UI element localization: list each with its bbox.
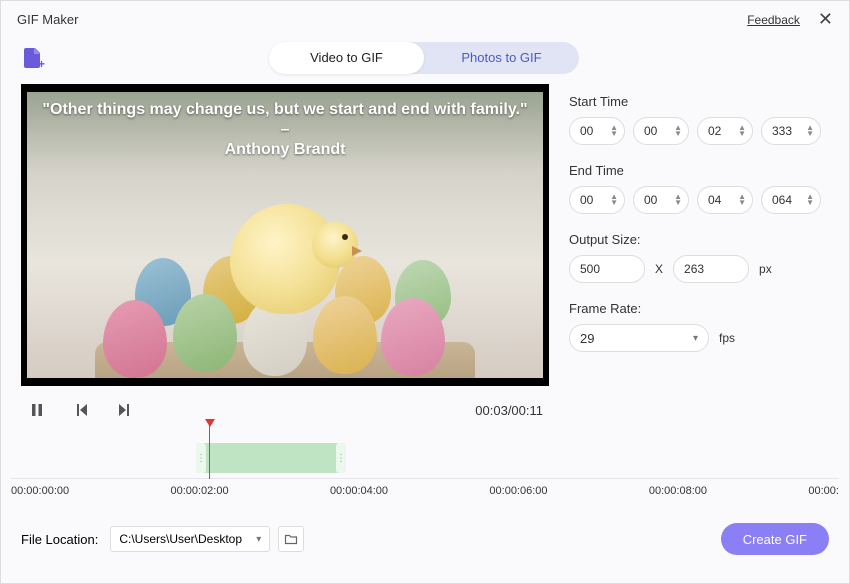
output-height-input[interactable]: 263 xyxy=(673,255,749,283)
frame-rate-label: Frame Rate: xyxy=(569,301,829,316)
timeline-selection[interactable]: ⋮ ⋮ xyxy=(196,443,346,473)
window-title: GIF Maker xyxy=(17,12,78,27)
pause-button[interactable] xyxy=(27,400,47,420)
end-minutes-spinner[interactable]: 00▲▼ xyxy=(633,186,689,214)
tab-video-to-gif[interactable]: Video to GIF xyxy=(269,42,424,74)
start-hours-spinner[interactable]: 00▲▼ xyxy=(569,117,625,145)
mode-tabs: Video to GIF Photos to GIF xyxy=(269,42,579,74)
svg-text:+: + xyxy=(38,57,45,70)
feedback-link[interactable]: Feedback xyxy=(747,13,800,27)
browse-folder-button[interactable] xyxy=(278,526,304,552)
quote-line1: "Other things may change us, but we star… xyxy=(41,100,529,140)
end-ms-spinner[interactable]: 064▲▼ xyxy=(761,186,821,214)
end-seconds-spinner[interactable]: 04▲▼ xyxy=(697,186,753,214)
video-preview: "Other things may change us, but we star… xyxy=(21,84,549,386)
chevron-down-icon: ▾ xyxy=(693,333,698,344)
video-overlay-quote: "Other things may change us, but we star… xyxy=(27,100,543,160)
output-width-input[interactable]: 500 xyxy=(569,255,645,283)
end-time-label: End Time xyxy=(569,163,829,178)
end-hours-spinner[interactable]: 00▲▼ xyxy=(569,186,625,214)
selection-start-handle[interactable]: ⋮ xyxy=(196,443,206,473)
frame-rate-select[interactable]: 29▾ xyxy=(569,324,709,352)
quote-line2: Anthony Brandt xyxy=(41,140,529,160)
fps-unit: fps xyxy=(719,331,735,345)
start-seconds-spinner[interactable]: 02▲▼ xyxy=(697,117,753,145)
tab-photos-to-gif[interactable]: Photos to GIF xyxy=(424,42,579,74)
playback-time: 00:03/00:11 xyxy=(475,403,543,418)
chevron-down-icon: ▾ xyxy=(256,534,261,545)
start-time-label: Start Time xyxy=(569,94,829,109)
output-size-label: Output Size: xyxy=(569,232,829,247)
selection-end-handle[interactable]: ⋮ xyxy=(336,443,346,473)
size-unit: px xyxy=(759,262,772,276)
timeline[interactable]: ⋮ ⋮ 00:00:00:00 00:00:02:00 00:00:04:00 … xyxy=(1,429,849,517)
timeline-ticks: 00:00:00:00 00:00:02:00 00:00:04:00 00:0… xyxy=(11,479,839,497)
folder-icon xyxy=(284,532,298,546)
file-location-select[interactable]: C:\Users\User\Desktop▾ xyxy=(110,526,270,552)
next-frame-button[interactable] xyxy=(115,400,135,420)
playhead[interactable] xyxy=(209,425,210,479)
prev-frame-button[interactable] xyxy=(71,400,91,420)
start-minutes-spinner[interactable]: 00▲▼ xyxy=(633,117,689,145)
start-ms-spinner[interactable]: 333▲▼ xyxy=(761,117,821,145)
app-logo-icon: + xyxy=(21,46,45,70)
file-location-label: File Location: xyxy=(21,532,98,547)
close-icon[interactable]: ✕ xyxy=(818,9,833,30)
create-gif-button[interactable]: Create GIF xyxy=(721,523,829,555)
size-x: X xyxy=(655,262,663,276)
